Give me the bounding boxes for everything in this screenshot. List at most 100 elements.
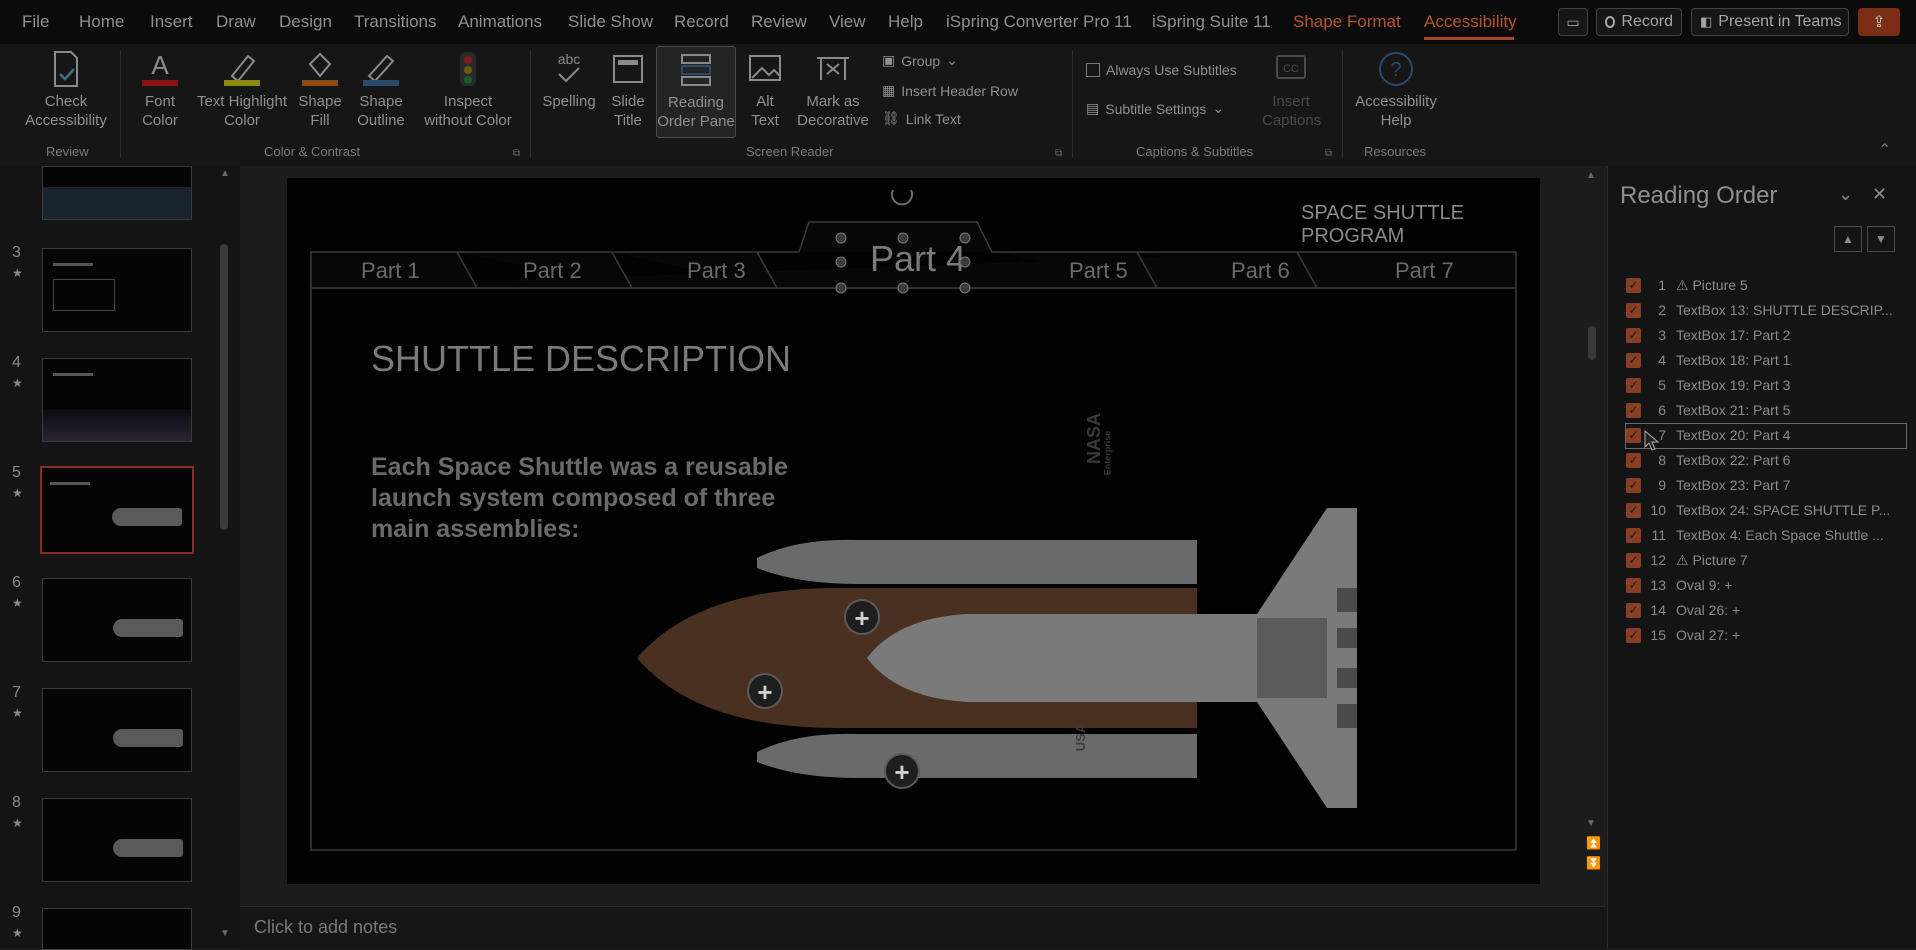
dialog-launcher-icon[interactable]: ⧉ bbox=[1325, 148, 1332, 159]
menu-shape-format[interactable]: Shape Format bbox=[1293, 12, 1401, 32]
check-accessibility-button[interactable]: Check Accessibility bbox=[20, 50, 112, 130]
slide-title-button[interactable]: Slide Title bbox=[604, 50, 652, 130]
tab-part-2[interactable]: Part 2 bbox=[523, 258, 582, 284]
reading-order-item[interactable]: ✓ 11 TextBox 4: Each Space Shuttle ... bbox=[1626, 524, 1906, 548]
always-use-subtitles-checkbox[interactable]: Always Use Subtitles bbox=[1086, 62, 1237, 78]
checkbox-checked-icon[interactable]: ✓ bbox=[1626, 378, 1641, 393]
tab-part-5[interactable]: Part 5 bbox=[1069, 258, 1128, 284]
record-button[interactable]: Record bbox=[1596, 8, 1682, 36]
reading-order-item[interactable]: ✓ 6 TextBox 21: Part 5 bbox=[1626, 399, 1906, 423]
checkbox-checked-icon[interactable]: ✓ bbox=[1626, 528, 1641, 543]
comments-button[interactable]: ▭ bbox=[1558, 8, 1588, 36]
inspect-without-color-button[interactable]: Inspect without Color bbox=[418, 50, 518, 130]
notes-area[interactable]: Click to add notes bbox=[240, 906, 1606, 949]
reading-order-item[interactable]: ✓ 15 Oval 27: + bbox=[1626, 624, 1906, 648]
font-color-button[interactable]: A Font Color bbox=[132, 50, 188, 130]
collapse-ribbon-icon[interactable]: ⌃ bbox=[1878, 140, 1891, 160]
reading-order-item[interactable]: ✓ 9 TextBox 23: Part 7 bbox=[1626, 474, 1906, 498]
subtitle-settings-button[interactable]: ▤ Subtitle Settings ⌄ bbox=[1086, 100, 1224, 117]
checkbox-checked-icon[interactable]: ✓ bbox=[1626, 403, 1641, 418]
checkbox-checked-icon[interactable]: ✓ bbox=[1626, 578, 1641, 593]
slide-thumbnail[interactable] bbox=[42, 688, 192, 772]
reading-order-item[interactable]: ✓ 2 TextBox 13: SHUTTLE DESCRIP... bbox=[1626, 299, 1906, 323]
text-highlight-button[interactable]: Text Highlight Color bbox=[192, 50, 292, 130]
checkbox-checked-icon[interactable]: ✓ bbox=[1626, 353, 1641, 368]
pane-options-chevron-icon[interactable]: ⌄ bbox=[1838, 184, 1853, 205]
checkbox-checked-icon[interactable]: ✓ bbox=[1626, 278, 1641, 293]
menu-insert[interactable]: Insert bbox=[150, 12, 193, 32]
reading-order-item-selected[interactable]: ✓ 7 TextBox 20: Part 4 bbox=[1625, 423, 1907, 449]
menu-ispring-suite[interactable]: iSpring Suite 11 bbox=[1152, 12, 1271, 32]
checkbox-checked-icon[interactable]: ✓ bbox=[1626, 503, 1641, 518]
checkbox-checked-icon[interactable]: ✓ bbox=[1626, 628, 1641, 643]
reading-order-item[interactable]: ✓ 1 ⚠ Picture 5 bbox=[1626, 274, 1906, 298]
menu-review[interactable]: Review bbox=[751, 12, 807, 32]
shape-outline-button[interactable]: Shape Outline bbox=[348, 50, 414, 130]
checkbox-checked-icon[interactable]: ✓ bbox=[1626, 603, 1641, 618]
reading-order-item[interactable]: ✓ 8 TextBox 22: Part 6 bbox=[1626, 449, 1906, 473]
accessibility-help-button[interactable]: ? Accessibility Help bbox=[1352, 50, 1440, 130]
shape-fill-button[interactable]: Shape Fill bbox=[294, 50, 346, 130]
share-button[interactable]: ⇪ bbox=[1858, 8, 1900, 36]
menu-record[interactable]: Record bbox=[674, 12, 729, 32]
reading-order-item[interactable]: ✓ 13 Oval 9: + bbox=[1626, 574, 1906, 598]
reading-order-item[interactable]: ✓ 10 TextBox 24: SPACE SHUTTLE P... bbox=[1626, 499, 1906, 523]
reading-order-item[interactable]: ✓ 14 Oval 26: + bbox=[1626, 599, 1906, 623]
menu-home[interactable]: Home bbox=[79, 12, 124, 32]
tab-part-1[interactable]: Part 1 bbox=[361, 258, 420, 284]
checkbox-checked-icon[interactable]: ✓ bbox=[1626, 428, 1641, 443]
checkbox-checked-icon[interactable]: ✓ bbox=[1626, 328, 1641, 343]
hotspot-plus-button[interactable]: + bbox=[747, 673, 783, 709]
tab-part-3[interactable]: Part 3 bbox=[687, 258, 746, 284]
tab-part-6[interactable]: Part 6 bbox=[1231, 258, 1290, 284]
dialog-launcher-icon[interactable]: ⧉ bbox=[513, 148, 520, 159]
slide-thumbnail[interactable] bbox=[42, 358, 192, 442]
slide-thumbnail[interactable] bbox=[42, 908, 192, 950]
checkbox-checked-icon[interactable]: ✓ bbox=[1626, 303, 1641, 318]
alt-text-button[interactable]: Alt Text bbox=[742, 50, 788, 130]
hotspot-plus-button[interactable]: + bbox=[884, 753, 920, 789]
thumbnail-scrollbar[interactable] bbox=[220, 244, 228, 530]
checkbox-checked-icon[interactable]: ✓ bbox=[1626, 553, 1641, 568]
menu-accessibility[interactable]: Accessibility bbox=[1424, 12, 1517, 32]
previous-slide-icon[interactable]: ⏫ bbox=[1586, 836, 1601, 850]
menu-help[interactable]: Help bbox=[888, 12, 923, 32]
present-in-teams-button[interactable]: ◧ Present in Teams bbox=[1691, 8, 1849, 36]
scroll-up-icon[interactable]: ▲ bbox=[1586, 170, 1596, 181]
scroll-up-icon[interactable]: ▲ bbox=[220, 168, 230, 179]
slide-thumbnail[interactable] bbox=[42, 798, 192, 882]
slide-thumbnail[interactable] bbox=[42, 166, 192, 220]
reading-order-item[interactable]: ✓ 12 ⚠ Picture 7 bbox=[1626, 549, 1906, 573]
slide[interactable]: SPACE SHUTTLE PROGRAM Part 1 Part 2 Part… bbox=[287, 178, 1540, 884]
next-slide-icon[interactable]: ⏬ bbox=[1586, 856, 1601, 870]
reading-order-item[interactable]: ✓ 3 TextBox 17: Part 2 bbox=[1626, 324, 1906, 348]
reading-order-item[interactable]: ✓ 4 TextBox 18: Part 1 bbox=[1626, 349, 1906, 373]
menu-ispring-converter[interactable]: iSpring Converter Pro 11 bbox=[946, 12, 1132, 32]
close-icon[interactable]: ✕ bbox=[1872, 184, 1887, 205]
move-up-button[interactable]: ▲ bbox=[1834, 226, 1862, 252]
slide-thumbnail-selected[interactable] bbox=[40, 466, 194, 554]
menu-draw[interactable]: Draw bbox=[216, 12, 256, 32]
move-down-button[interactable]: ▼ bbox=[1867, 226, 1895, 252]
menu-file[interactable]: File bbox=[22, 12, 49, 32]
mark-decorative-button[interactable]: Mark as Decorative bbox=[794, 50, 872, 130]
menu-design[interactable]: Design bbox=[279, 12, 332, 32]
menu-slide-show[interactable]: Slide Show bbox=[568, 12, 653, 32]
tab-part-7[interactable]: Part 7 bbox=[1395, 258, 1454, 284]
menu-transitions[interactable]: Transitions bbox=[354, 12, 437, 32]
scroll-down-icon[interactable]: ▼ bbox=[1586, 818, 1596, 829]
dialog-launcher-icon[interactable]: ⧉ bbox=[1055, 148, 1062, 159]
reading-order-pane-button[interactable]: Reading Order Pane bbox=[656, 46, 736, 138]
checkbox-checked-icon[interactable]: ✓ bbox=[1626, 478, 1641, 493]
checkbox-checked-icon[interactable]: ✓ bbox=[1626, 453, 1641, 468]
menu-view[interactable]: View bbox=[829, 12, 866, 32]
slide-thumbnail[interactable] bbox=[42, 578, 192, 662]
program-title[interactable]: SPACE SHUTTLE PROGRAM bbox=[1301, 202, 1540, 248]
spelling-button[interactable]: abc Spelling bbox=[538, 50, 600, 111]
slide-heading[interactable]: SHUTTLE DESCRIPTION bbox=[371, 338, 791, 380]
space-shuttle-picture[interactable] bbox=[637, 468, 1357, 858]
scroll-down-icon[interactable]: ▼ bbox=[220, 928, 230, 939]
slide-thumbnail[interactable] bbox=[42, 248, 192, 332]
canvas-scrollbar[interactable] bbox=[1588, 326, 1596, 360]
reading-order-item[interactable]: ✓ 5 TextBox 19: Part 3 bbox=[1626, 374, 1906, 398]
